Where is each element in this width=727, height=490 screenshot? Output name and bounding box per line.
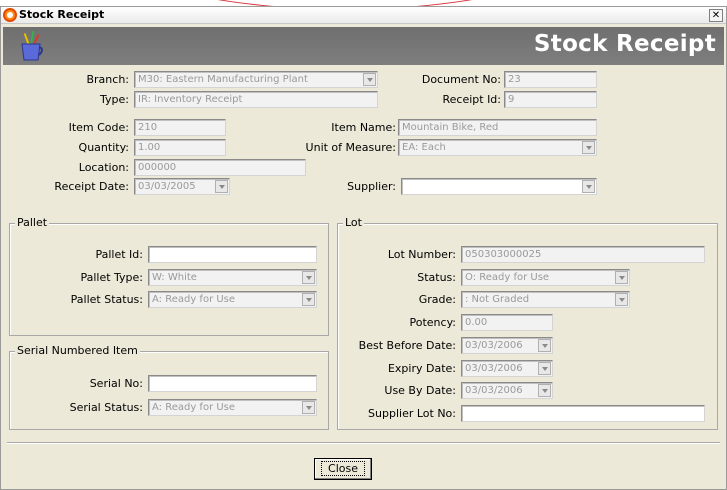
- branch-value: M30: Eastern Manufacturing Plant: [138, 74, 308, 85]
- item-name-label: Item Name:: [331, 121, 396, 134]
- supplier-select[interactable]: [401, 178, 597, 195]
- potency-label: Potency:: [409, 316, 457, 329]
- document-no-label: Document No:: [421, 73, 501, 86]
- serial-no-field[interactable]: [148, 375, 317, 392]
- chevron-down-icon[interactable]: [582, 141, 595, 154]
- close-icon[interactable]: ✕: [709, 9, 723, 22]
- potency-field[interactable]: 0.00: [461, 314, 553, 331]
- uom-select[interactable]: EA: Each: [398, 139, 597, 156]
- type-field[interactable]: IR: Inventory Receipt: [134, 91, 378, 108]
- expiry-value: 03/03/2006: [465, 363, 523, 374]
- supplier-lot-label: Supplier Lot No:: [368, 407, 456, 420]
- lot-number-field[interactable]: 050303000025: [461, 246, 705, 263]
- lot-status-select[interactable]: O: Ready for Use: [461, 269, 630, 286]
- receipt-id-field[interactable]: 9: [504, 91, 597, 108]
- lot-status-value: O: Ready for Use: [465, 272, 550, 283]
- uom-label: Unit of Measure:: [305, 141, 396, 154]
- grade-select[interactable]: : Not Graded: [461, 291, 630, 308]
- supplier-label: Supplier:: [347, 180, 396, 193]
- receipt-date-value: 03/03/2005: [138, 181, 196, 192]
- chevron-down-icon[interactable]: [302, 293, 315, 306]
- location-label: Location:: [78, 161, 129, 174]
- serial-status-select[interactable]: A: Ready for Use: [148, 399, 317, 416]
- use-by-value: 03/03/2006: [465, 385, 523, 396]
- pallet-type-select[interactable]: W: White: [148, 269, 317, 286]
- stock-receipt-window: Stock Receipt ✕ Stock Receipt Branch: M3…: [0, 6, 727, 490]
- use-by-label: Use By Date:: [384, 384, 456, 397]
- chevron-down-icon[interactable]: [538, 339, 551, 352]
- branch-label: Branch:: [86, 73, 129, 86]
- supplier-lot-field[interactable]: [461, 405, 705, 422]
- lot-group-label: Lot: [343, 216, 364, 229]
- pallet-group-label: Pallet: [15, 216, 50, 229]
- type-label: Type:: [100, 93, 129, 106]
- receipt-date-picker[interactable]: 03/03/2005: [134, 178, 230, 195]
- lot-number-label: Lot Number:: [387, 248, 456, 261]
- banner: Stock Receipt: [3, 27, 724, 65]
- chevron-down-icon[interactable]: [538, 362, 551, 375]
- best-before-picker[interactable]: 03/03/2006: [461, 337, 553, 354]
- pencil-cup-icon: [21, 31, 43, 61]
- document-no-field[interactable]: 23: [504, 71, 597, 88]
- use-by-picker[interactable]: 03/03/2006: [461, 382, 553, 399]
- quantity-field[interactable]: 1.00: [134, 139, 226, 156]
- chevron-down-icon[interactable]: [215, 180, 228, 193]
- chevron-down-icon[interactable]: [615, 293, 628, 306]
- close-button[interactable]: Close: [314, 458, 372, 480]
- banner-title: Stock Receipt: [533, 31, 716, 57]
- pallet-status-select[interactable]: A: Ready for Use: [148, 291, 317, 308]
- chevron-down-icon[interactable]: [302, 271, 315, 284]
- branch-select[interactable]: M30: Eastern Manufacturing Plant: [134, 71, 378, 88]
- app-logo-icon: [3, 8, 17, 22]
- close-button-label: Close: [321, 461, 365, 476]
- footer-divider: [7, 442, 720, 444]
- pallet-type-label: Pallet Type:: [80, 271, 143, 284]
- expiry-label: Expiry Date:: [387, 362, 456, 375]
- grade-value: : Not Graded: [465, 294, 530, 305]
- serial-no-label: Serial No:: [89, 377, 143, 390]
- uom-value: EA: Each: [402, 142, 446, 153]
- pallet-id-label: Pallet Id:: [95, 248, 143, 261]
- item-code-label: Item Code:: [68, 121, 129, 134]
- pallet-status-value: A: Ready for Use: [152, 294, 236, 305]
- serial-status-value: A: Ready for Use: [152, 402, 236, 413]
- pallet-type-value: W: White: [152, 272, 197, 283]
- chevron-down-icon[interactable]: [582, 180, 595, 193]
- chevron-down-icon[interactable]: [615, 271, 628, 284]
- pallet-id-field[interactable]: [148, 246, 317, 263]
- quantity-label: Quantity:: [78, 141, 129, 154]
- pallet-status-label: Pallet Status:: [70, 293, 143, 306]
- title-bar[interactable]: Stock Receipt ✕: [1, 7, 726, 24]
- chevron-down-icon[interactable]: [538, 384, 551, 397]
- window-title: Stock Receipt: [19, 8, 105, 21]
- chevron-down-icon[interactable]: [302, 401, 315, 414]
- lot-status-label: Status:: [417, 271, 456, 284]
- item-name-field[interactable]: Mountain Bike, Red: [398, 119, 597, 136]
- receipt-date-label: Receipt Date:: [54, 180, 129, 193]
- chevron-down-icon[interactable]: [363, 73, 376, 86]
- serial-status-label: Serial Status:: [69, 401, 143, 414]
- expiry-picker[interactable]: 03/03/2006: [461, 360, 553, 377]
- item-code-field[interactable]: 210: [134, 119, 226, 136]
- best-before-label: Best Before Date:: [358, 339, 456, 352]
- grade-label: Grade:: [418, 293, 456, 306]
- location-field[interactable]: 000000: [134, 159, 306, 176]
- serial-group-label: Serial Numbered Item: [15, 344, 140, 357]
- receipt-id-label: Receipt Id:: [442, 93, 501, 106]
- best-before-value: 03/03/2006: [465, 340, 523, 351]
